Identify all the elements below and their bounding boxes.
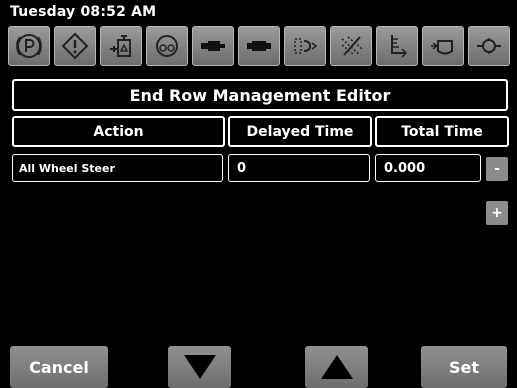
hitch-lower-button[interactable] [238,26,280,66]
set-button[interactable]: Set [421,346,507,388]
cancel-button[interactable]: Cancel [10,346,108,388]
implement-lower-icon [391,35,408,58]
hydraulic-icon [110,35,131,57]
arrow-down-icon [183,355,216,379]
hitch-lift-button[interactable] [192,26,234,66]
plus-button[interactable]: + [486,201,508,225]
editor-title: End Row Management Editor [12,79,508,111]
engine-icon [156,35,178,57]
total-time-field[interactable]: 0.000 [375,154,481,182]
hitch-lower-icon [247,41,271,51]
delayed-time-column-header: Delayed Time [228,116,372,147]
valve-icon [431,40,453,55]
spray-off-button[interactable] [330,26,372,66]
hitch-lift-icon [201,41,225,51]
function-toolbar [8,26,511,66]
scroll-down-button[interactable] [168,346,231,388]
parking-brake-icon [16,34,42,58]
action-column-header: Action [12,116,225,147]
scroll-up-button[interactable] [305,346,368,388]
datetime-label: Tuesday 08:52 AM [10,4,157,20]
pto-button[interactable] [468,26,510,66]
arrow-up-icon [320,355,353,379]
minus-button[interactable]: - [486,157,508,181]
implement-lower-button[interactable] [376,26,418,66]
warning-button[interactable] [54,26,96,66]
hydraulic-button[interactable] [100,26,142,66]
engine-button[interactable] [146,26,188,66]
action-cell[interactable]: All Wheel Steer [12,154,223,182]
valve-button[interactable] [422,26,464,66]
parking-brake-button[interactable] [8,26,50,66]
spray-off-icon [341,36,363,56]
total-time-column-header: Total Time [375,116,509,147]
spray-pattern-button[interactable] [284,26,326,66]
pto-icon [477,38,501,54]
warning-icon [61,32,89,60]
delayed-time-field[interactable]: 0 [228,154,370,182]
spray-pattern-icon [294,38,318,54]
